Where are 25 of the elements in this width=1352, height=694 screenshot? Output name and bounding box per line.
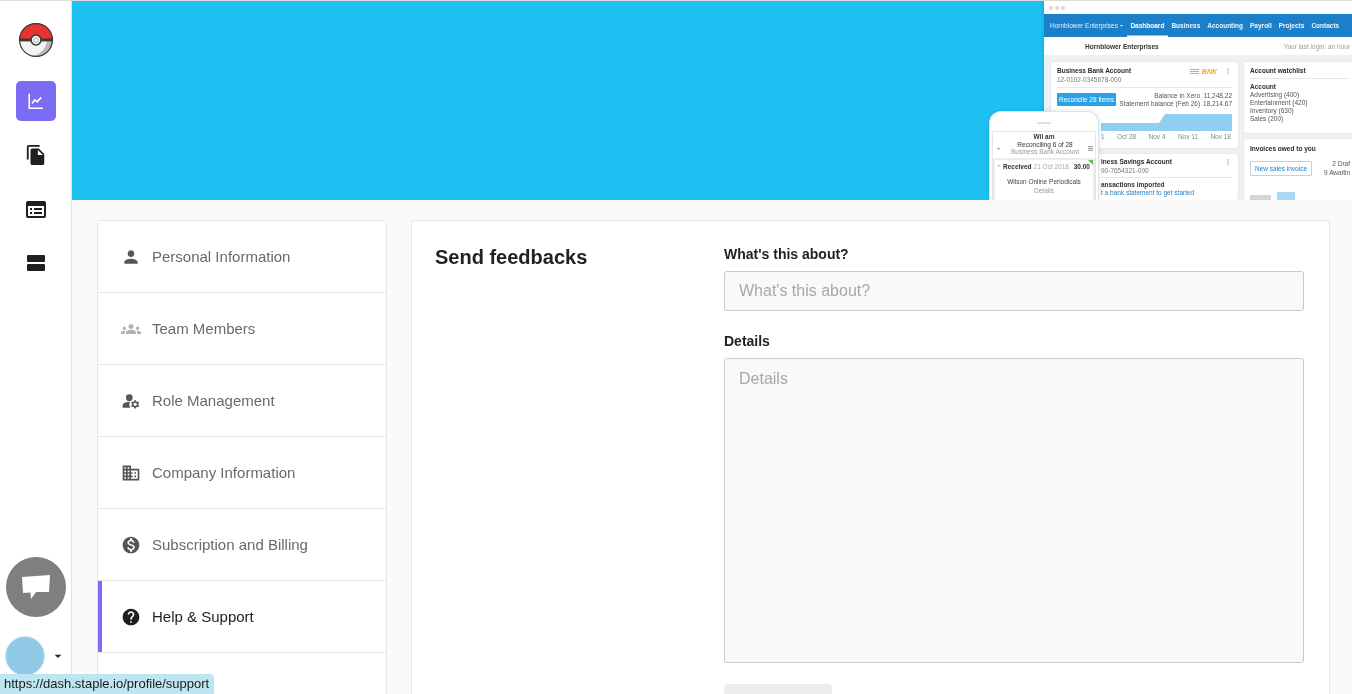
window-dot-icon	[1061, 5, 1065, 10]
speech-bubble-icon	[20, 574, 51, 600]
documents-icon	[24, 144, 47, 166]
chevron-up-icon	[996, 163, 1002, 170]
chart-bar	[1250, 195, 1271, 200]
textarea-field[interactable]: Details	[724, 358, 1304, 663]
list-icon	[1088, 145, 1093, 151]
storage-icon	[26, 255, 45, 271]
dollar-coin-icon	[121, 534, 141, 555]
menu-item[interactable]: Help & Support	[98, 581, 386, 653]
form-title: Send feedbacks	[435, 245, 588, 269]
input-field[interactable]: What's this about?	[724, 271, 1304, 311]
window-dot-icon	[1049, 5, 1053, 10]
chart-bar	[1277, 192, 1295, 200]
ball-logo-icon[interactable]	[17, 22, 54, 58]
field-label: Details	[724, 332, 770, 350]
corner-triangle-icon	[1088, 159, 1093, 165]
menu-item[interactable]: Personal Information	[98, 221, 386, 293]
status-url: https://dash.staple.io/profile/support	[0, 674, 215, 694]
window-dot-icon	[1055, 5, 1059, 10]
line-chart-icon	[27, 93, 44, 109]
list-card-icon	[25, 200, 46, 218]
field-label: What's this about?	[724, 245, 849, 263]
help-icon	[121, 606, 141, 627]
bank-logo-icon	[1189, 68, 1199, 74]
